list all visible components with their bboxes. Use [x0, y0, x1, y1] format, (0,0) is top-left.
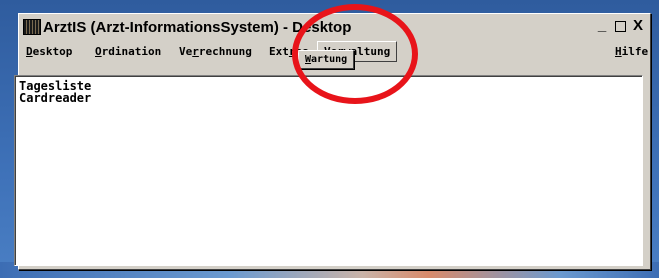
window-controls: _ X: [594, 17, 646, 34]
menu-item-wartung[interactable]: Wartung: [302, 53, 350, 66]
menu-desktop[interactable]: Desktop: [23, 43, 75, 60]
maximize-icon: [614, 20, 626, 32]
window-title: ArztIS (Arzt-InformationsSystem) - Deskt…: [43, 18, 352, 36]
list-item-tagesliste[interactable]: Tagesliste: [15, 80, 642, 92]
menu-hilfe[interactable]: Hilfe: [612, 43, 651, 60]
app-icon[interactable]: [23, 19, 41, 35]
desktop-list-panel: Tagesliste Cardreader: [14, 75, 643, 266]
minimize-button[interactable]: _: [594, 17, 610, 34]
title-bar[interactable]: ArztIS (Arzt-InformationsSystem) - Deskt…: [21, 16, 648, 38]
menu-ordination[interactable]: Ordination: [92, 43, 164, 60]
maximize-button[interactable]: [612, 17, 628, 34]
verwaltung-dropdown: Wartung: [298, 50, 355, 69]
menu-verrechnung[interactable]: Verrechnung: [176, 43, 255, 60]
list-item-cardreader[interactable]: Cardreader: [15, 92, 642, 104]
close-button[interactable]: X: [630, 17, 646, 34]
